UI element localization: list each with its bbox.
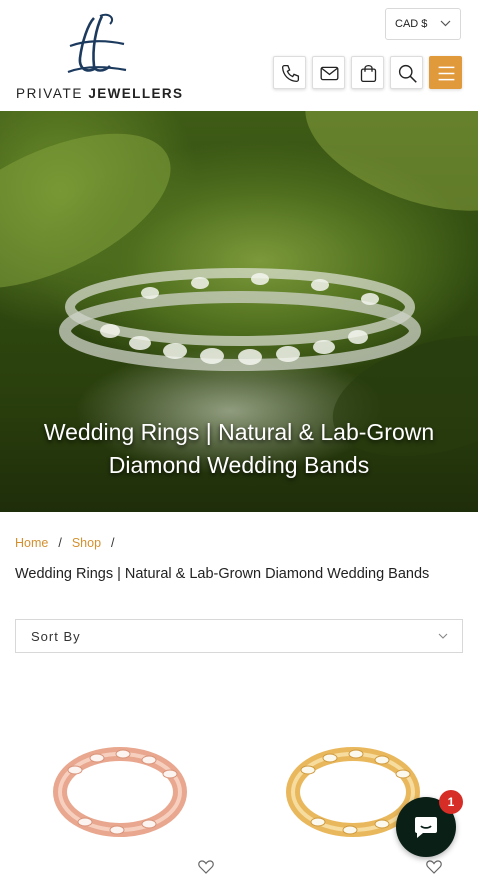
product-image-rose-gold-band <box>53 747 187 837</box>
breadcrumb-shop-link[interactable]: Shop <box>72 536 101 550</box>
notification-badge: 1 <box>439 790 463 814</box>
site-header: PRIVATE JEWELLERS CAD $ <box>0 0 478 112</box>
breadcrumb-home-link[interactable]: Home <box>15 536 48 550</box>
product-card[interactable] <box>15 700 215 878</box>
email-button[interactable] <box>312 56 345 89</box>
chevron-down-icon <box>438 633 448 639</box>
heart-outline-icon[interactable] <box>198 860 214 874</box>
logo-wordmark: PRIVATE JEWELLERS <box>16 86 184 101</box>
mail-icon <box>320 66 339 81</box>
page-title: Wedding Rings | Natural & Lab-Grown Diam… <box>15 566 430 582</box>
search-button[interactable] <box>390 56 423 89</box>
sort-label: Sort By <box>31 629 81 644</box>
menu-icon <box>438 66 455 81</box>
hero-title: Wedding Rings | Natural & Lab-Grown Diam… <box>43 419 435 478</box>
heart-outline-icon[interactable] <box>426 860 442 874</box>
currency-label: CAD $ <box>395 18 428 30</box>
phone-button[interactable] <box>273 56 306 89</box>
cart-icon <box>360 64 377 83</box>
cart-button[interactable] <box>351 56 384 89</box>
logo-monogram-icon <box>67 13 127 74</box>
menu-button[interactable] <box>429 56 462 89</box>
chat-bubble-icon <box>415 817 437 838</box>
chevron-down-icon <box>440 20 451 27</box>
currency-selector[interactable]: CAD $ <box>385 8 461 40</box>
breadcrumb-separator: / <box>111 536 115 550</box>
phone-icon <box>281 64 300 83</box>
hero-banner: Wedding Rings | Natural & Lab-Grown Diam… <box>0 111 478 512</box>
sort-dropdown[interactable]: Sort By <box>15 619 463 653</box>
search-icon <box>398 64 417 83</box>
breadcrumb: Home / Shop / <box>15 536 125 550</box>
breadcrumb-separator: / <box>58 536 62 550</box>
brand-logo[interactable]: PRIVATE JEWELLERS <box>16 12 184 101</box>
